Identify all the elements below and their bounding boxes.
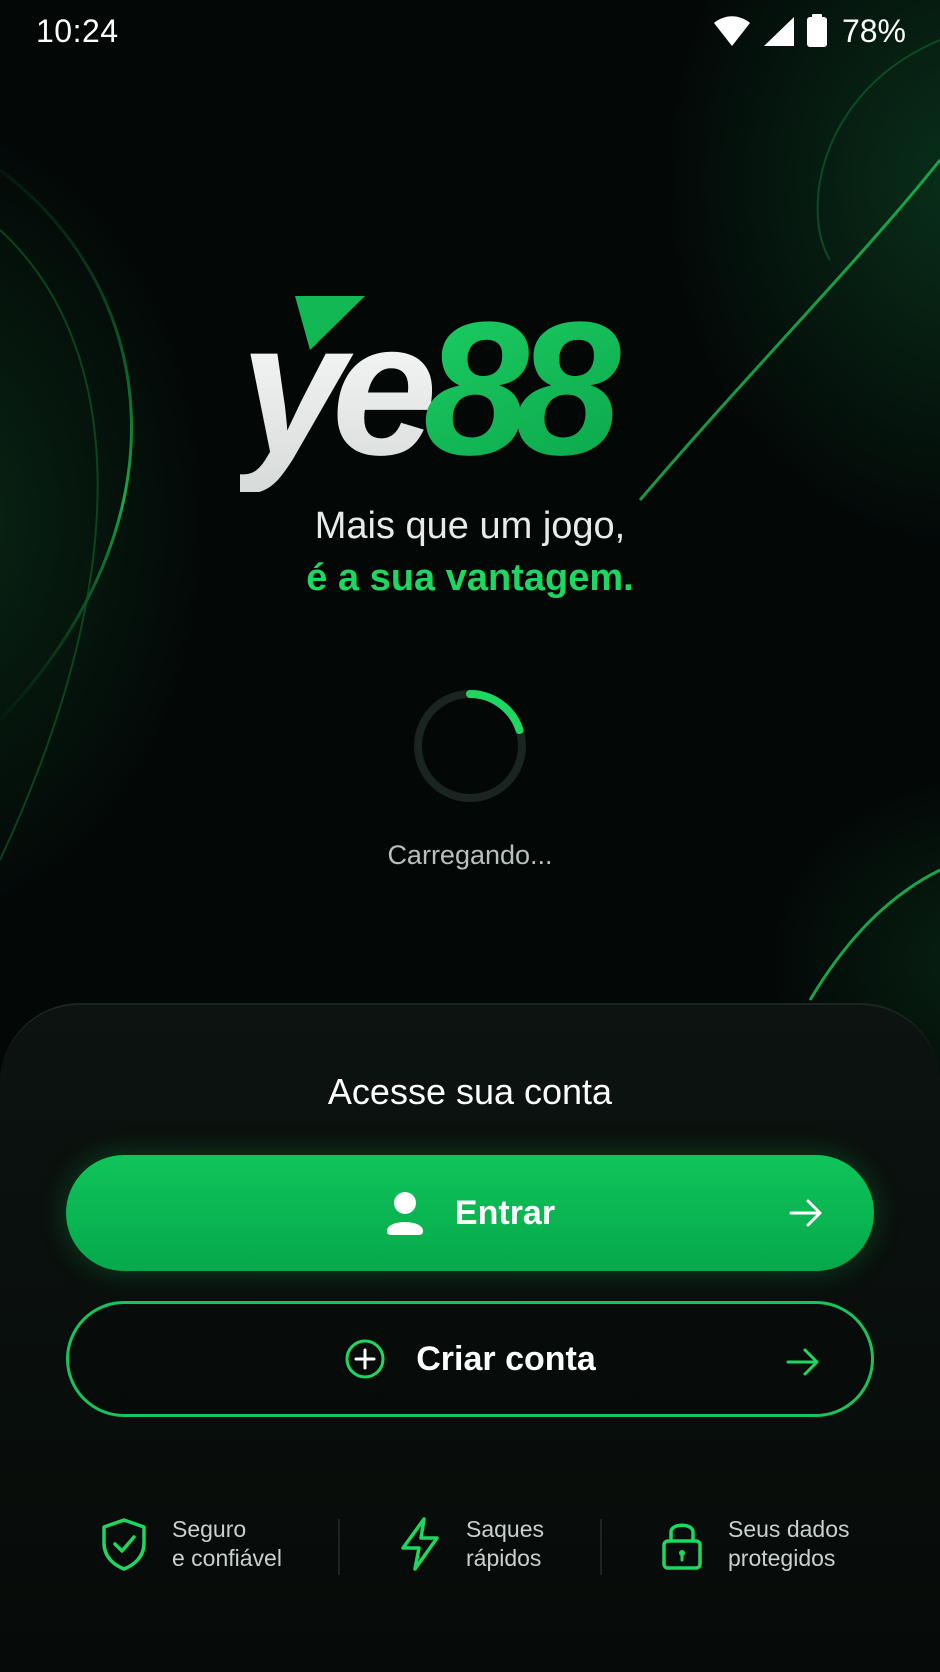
plus-circle-icon bbox=[345, 1339, 385, 1379]
feature-divider bbox=[338, 1519, 340, 1575]
feature-badges: Seguro e confiável Saques rápidos Seus d… bbox=[0, 1515, 940, 1575]
loading-text: Carregando... bbox=[387, 840, 553, 870]
lightning-icon bbox=[401, 1517, 439, 1571]
battery-percentage: 78% bbox=[841, 12, 906, 49]
feature-data-line-1: Seus dados bbox=[728, 1516, 850, 1542]
feature-protected-data: Seus dados protegidos bbox=[660, 1515, 849, 1573]
logo-text-green: 88 bbox=[423, 292, 621, 492]
feature-secure-line-1: Seguro bbox=[172, 1516, 247, 1542]
status-time: 10:24 bbox=[36, 12, 119, 49]
signal-icon bbox=[763, 17, 794, 46]
tagline-line-2: é a sua vantagem. bbox=[306, 557, 634, 599]
tagline-line-1: Mais que um jogo, bbox=[314, 505, 626, 547]
svg-text:ye88: ye88 bbox=[240, 292, 621, 492]
panel-title: Acesse sua conta bbox=[327, 1071, 613, 1112]
signup-button[interactable]: Criar conta bbox=[66, 1301, 874, 1417]
arrow-right-icon bbox=[786, 1348, 819, 1376]
arrow-right-icon bbox=[789, 1199, 822, 1227]
splash-screen: 10:24 78% ye88 Mais que um jogo, é a sua… bbox=[0, 0, 940, 1672]
feature-fast-line-1: Saques bbox=[466, 1516, 545, 1542]
feature-fast-withdrawals: Saques rápidos bbox=[398, 1515, 544, 1573]
feature-fast-line-2: rápidos bbox=[466, 1545, 542, 1571]
status-bar: 10:24 78% bbox=[0, 0, 940, 62]
signup-button-label: Criar conta bbox=[416, 1339, 596, 1378]
feature-secure-line-2: e confiável bbox=[172, 1545, 282, 1571]
login-button-label: Entrar bbox=[454, 1193, 556, 1232]
login-button[interactable]: Entrar bbox=[66, 1155, 874, 1271]
brand-logo: ye88 bbox=[240, 292, 635, 492]
loading-spinner bbox=[414, 690, 526, 802]
feature-secure: Seguro e confiável bbox=[100, 1515, 282, 1573]
lock-icon bbox=[662, 1523, 702, 1570]
wifi-icon bbox=[713, 16, 750, 46]
battery-icon bbox=[806, 14, 827, 47]
tagline: Mais que um jogo, é a sua vantagem. bbox=[0, 500, 940, 604]
user-icon bbox=[386, 1192, 423, 1235]
status-icons: 78% bbox=[712, 13, 906, 50]
shield-check-icon bbox=[102, 1518, 146, 1571]
feature-divider bbox=[600, 1519, 602, 1575]
logo-text-white: ye bbox=[240, 292, 433, 492]
feature-data-line-2: protegidos bbox=[728, 1545, 836, 1571]
